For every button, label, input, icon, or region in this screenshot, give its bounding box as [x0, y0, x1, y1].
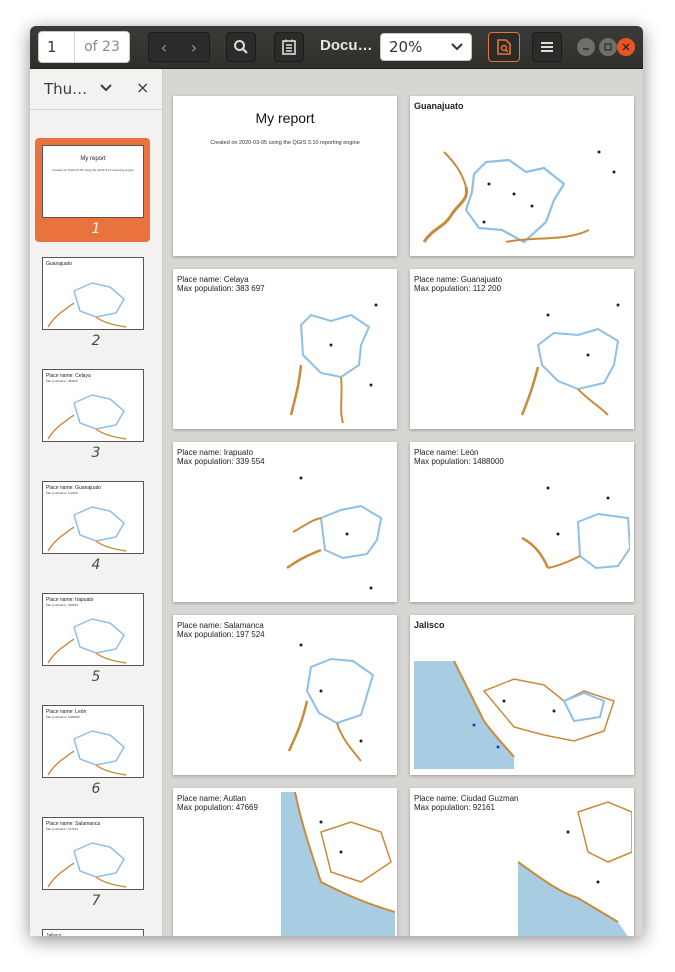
search-icon [234, 40, 248, 54]
page-number-field[interactable]: 1 of 23 [38, 31, 130, 63]
thumbnail-heading: My report [80, 156, 106, 162]
page-thumbnail-7[interactable]: Place name: Salamanca Max population: 197… [42, 817, 144, 890]
page-heading-guanajuato: Guanajuato [414, 101, 464, 111]
close-window-button[interactable] [617, 38, 635, 56]
place-name: Place name: Autlan Max population: 47669 [177, 794, 258, 812]
page-thumbnail-8[interactable]: Jalisco [42, 929, 144, 936]
place-name: Place name: León Max population: 1488000 [414, 448, 504, 466]
ciudad-guzman-map [518, 801, 632, 936]
page-thumbnail-3[interactable]: Place name: Celaya Max population: 383697 [42, 369, 144, 442]
sidebar-close-button[interactable]: × [136, 78, 149, 97]
thumbnail-page-number: 2 [91, 333, 101, 349]
leon-map [521, 486, 630, 570]
notepad-icon [282, 39, 296, 55]
page-10: Place name: Ciudad Guzman Max population:… [410, 788, 634, 936]
page-thumbnail-4[interactable]: Place name: Guanajuato Max population: 11… [42, 481, 144, 554]
thumbnail-heading: Jalisco [46, 933, 62, 936]
menu-button[interactable] [532, 32, 562, 62]
place-name: Place name: Salamanca Max population: 197… [177, 621, 265, 639]
guanajuato-city-map [520, 303, 620, 416]
header-bar: 1 of 23 ‹ › Docu… 20% [30, 26, 643, 69]
page-thumbnail-2[interactable]: Guanajuato [42, 257, 144, 330]
page-heading-jalisco: Jalisco [414, 620, 445, 630]
thumbnail-subline: Max population: 112200 [46, 491, 78, 495]
page-6: Place name: León Max population: 1488000 [410, 442, 634, 602]
page-number-input[interactable]: 1 [39, 32, 75, 62]
page-7: Place name: Salamanca Max population: 197… [173, 615, 397, 775]
thumbnail-map [47, 730, 127, 776]
irapuato-map [286, 476, 383, 590]
thumbnail-subline: Max population: 197524 [46, 827, 79, 831]
thumbnail-subline: Created on 2020-03-05 using the QGIS 3.1… [52, 168, 134, 172]
document-viewer-window: 1 of 23 ‹ › Docu… 20% Thu… × My report C… [30, 26, 643, 936]
celaya-map [289, 303, 378, 424]
page-9: Place name: Autlan Max population: 47669 [173, 788, 397, 936]
sidebar-view-select[interactable]: Thu… [44, 80, 87, 98]
maximize-icon [604, 43, 612, 51]
page-8: Jalisco [410, 615, 634, 775]
previous-page-button[interactable]: ‹ [149, 38, 179, 57]
salamanca-map [287, 643, 375, 762]
place-name: Place name: Irapuato Max population: 339 … [177, 448, 265, 466]
zoom-select[interactable]: 20% [380, 33, 472, 61]
jalisco-map [414, 661, 615, 769]
thumbnail-page-number: 4 [91, 557, 101, 573]
thumbnail-map [47, 282, 127, 328]
place-name: Place name: Guanajuato Max population: 11… [414, 275, 503, 293]
search-button[interactable] [226, 32, 256, 62]
sidebar: Thu… × My report Created on 2020-03-05 us… [30, 69, 163, 936]
thumbnail-page-number: 1 [91, 221, 101, 237]
page-1: My report Created on 2020-03-05 using th… [173, 96, 397, 256]
close-icon [622, 43, 630, 51]
continuous-view-button[interactable] [488, 32, 520, 62]
thumbnail-page-number: 5 [91, 669, 101, 685]
page-nav-group: ‹ › [148, 32, 210, 62]
maximize-button[interactable] [599, 38, 617, 56]
zoom-value: 20% [389, 38, 423, 56]
guanajuato-map [422, 150, 616, 244]
page-total-label: of 23 [84, 39, 120, 55]
thumbnail-map [47, 618, 127, 664]
document-pages-view[interactable]: My report Created on 2020-03-05 using th… [163, 69, 643, 936]
page-4: Place name: Guanajuato Max population: 11… [410, 269, 634, 429]
page-thumbnail-1[interactable]: My report Created on 2020-03-05 using the… [42, 145, 144, 218]
minimize-button[interactable] [577, 38, 595, 56]
thumbnail-heading: Guanajuato [46, 261, 72, 267]
page-3: Place name: Celaya Max population: 383 69… [173, 269, 397, 429]
page-5: Place name: Irapuato Max population: 339 … [173, 442, 397, 602]
thumbnail-page-number: 7 [91, 893, 101, 909]
thumbnail-subline: Max population: 383697 [46, 379, 79, 383]
autlan-map [281, 792, 395, 936]
page-thumbnail-5[interactable]: Place name: Irapuato Max population: 3395… [42, 593, 144, 666]
chevron-down-icon[interactable] [100, 84, 112, 92]
thumbnail-page-number: 6 [91, 781, 101, 797]
report-title: My report [255, 110, 315, 126]
hamburger-icon [541, 42, 553, 52]
page-thumbnail-6[interactable]: Place name: León Max population: 1488000 [42, 705, 144, 778]
thumbnail-map [47, 506, 127, 552]
annotations-button[interactable] [274, 32, 304, 62]
thumbnail-map [47, 842, 127, 888]
minimize-icon [583, 48, 589, 50]
chevron-down-icon [451, 43, 463, 51]
place-name: Place name: Ciudad Guzman Max population:… [414, 794, 519, 812]
thumbnail-page-number: 3 [91, 445, 101, 461]
next-page-button[interactable]: › [179, 38, 209, 57]
thumbnail-map [47, 394, 127, 440]
document-title: Docu… [320, 37, 373, 54]
document-view-icon [497, 39, 511, 55]
thumbnail-subline: Max population: 1488000 [46, 715, 80, 719]
place-name: Place name: Celaya Max population: 383 69… [177, 275, 265, 293]
thumbnail-subline: Max population: 339554 [46, 603, 79, 607]
report-subtitle: Created on 2020-03-05 using the QGIS 3.1… [210, 140, 360, 146]
sidebar-header: Thu… × [30, 69, 162, 110]
page-2: Guanajuato [410, 96, 634, 256]
